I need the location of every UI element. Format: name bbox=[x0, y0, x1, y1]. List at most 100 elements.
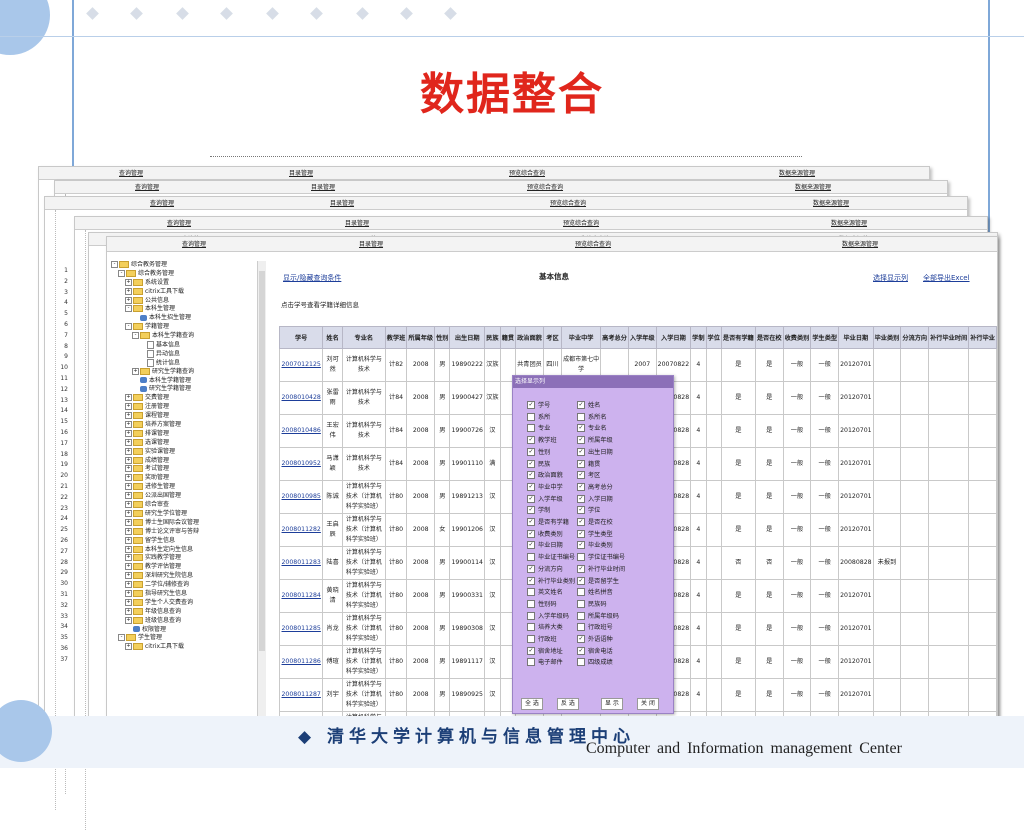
checkbox-checked[interactable]: ✓ bbox=[577, 494, 585, 503]
expand-plus-icon[interactable]: + bbox=[125, 536, 132, 544]
collapse-minus-icon[interactable]: - bbox=[125, 305, 132, 313]
tree-item[interactable]: + 博士论文评审与答辩 bbox=[107, 527, 257, 537]
checkbox-checked[interactable]: ✓ bbox=[577, 518, 585, 526]
expand-plus-icon[interactable]: + bbox=[125, 456, 132, 464]
checkbox-checked[interactable]: ✓ bbox=[577, 541, 585, 550]
select-all-button[interactable]: 全 选 bbox=[521, 698, 543, 710]
column-option[interactable]: 所属年级码 bbox=[577, 611, 619, 620]
toggle-query-link[interactable]: 显示/隐藏查询条件 bbox=[283, 273, 341, 283]
student-id-link[interactable]: 2008010985 bbox=[278, 480, 324, 514]
column-option[interactable]: ✓ 是否在校 bbox=[577, 517, 613, 526]
tree-item[interactable]: + 选课管理 bbox=[107, 438, 257, 448]
tree-item[interactable]: + 博士生国际会议管理 bbox=[107, 518, 257, 528]
tree-item[interactable]: + 交费管理 bbox=[107, 394, 257, 403]
checkbox-checked[interactable]: ✓ bbox=[527, 494, 535, 503]
expand-plus-icon[interactable]: + bbox=[125, 554, 132, 562]
checkbox-checked[interactable]: ✓ bbox=[527, 436, 535, 445]
checkbox-checked[interactable]: ✓ bbox=[577, 576, 585, 585]
checkbox-checked[interactable]: ✓ bbox=[527, 447, 535, 456]
column-option[interactable]: ✓ 毕业类别 bbox=[577, 540, 613, 550]
expand-plus-icon[interactable]: + bbox=[125, 394, 132, 402]
checkbox-checked[interactable]: ✓ bbox=[577, 401, 585, 409]
column-option[interactable]: 四级成绩 bbox=[577, 657, 613, 667]
column-header[interactable]: 是否在校 bbox=[754, 326, 784, 349]
checkbox-unchecked[interactable] bbox=[577, 588, 585, 597]
column-option[interactable]: 专业 bbox=[527, 423, 550, 433]
expand-plus-icon[interactable]: + bbox=[125, 527, 132, 535]
checkbox-unchecked[interactable] bbox=[527, 658, 535, 667]
column-option[interactable]: 学位证书编号 bbox=[577, 552, 625, 562]
student-id-link[interactable]: 2008011285 bbox=[278, 612, 324, 646]
column-option[interactable]: ✓ 是否留学生 bbox=[577, 576, 619, 585]
column-header[interactable]: 毕业日期 bbox=[838, 326, 874, 349]
tree-item[interactable]: + 系统设置 bbox=[107, 278, 257, 288]
expand-plus-icon[interactable]: + bbox=[125, 616, 132, 624]
tree-item[interactable]: + 研究生学位管理 bbox=[107, 509, 257, 519]
checkbox-checked[interactable]: ✓ bbox=[577, 459, 585, 468]
checkbox-checked[interactable]: ✓ bbox=[577, 471, 585, 480]
column-option[interactable]: ✓ 是否有学籍 bbox=[527, 517, 569, 526]
collapse-minus-icon[interactable]: - bbox=[125, 323, 132, 331]
tree-item[interactable]: + 班级信息查询 bbox=[107, 616, 257, 626]
checkbox-checked[interactable]: ✓ bbox=[527, 506, 535, 515]
checkbox-checked[interactable]: ✓ bbox=[527, 564, 535, 573]
tree-item[interactable]: + 排课管理 bbox=[107, 429, 257, 439]
column-header[interactable]: 收费类别 bbox=[782, 326, 812, 349]
column-header[interactable]: 学位 bbox=[705, 326, 722, 349]
expand-plus-icon[interactable]: + bbox=[125, 412, 132, 420]
checkbox-checked[interactable]: ✓ bbox=[577, 646, 585, 655]
column-option[interactable]: ✓ 专业名 bbox=[577, 423, 607, 433]
column-option[interactable]: ✓ 出生日期 bbox=[577, 447, 613, 456]
column-header[interactable]: 出生日期 bbox=[449, 326, 485, 349]
tree-item[interactable]: 异动信息 bbox=[107, 349, 257, 359]
column-option[interactable]: ✓ 姓名 bbox=[577, 400, 600, 409]
collapse-minus-icon[interactable]: - bbox=[111, 261, 118, 268]
tree-item[interactable]: 基本信息 bbox=[107, 341, 257, 350]
checkbox-checked[interactable]: ✓ bbox=[527, 459, 535, 468]
column-option[interactable]: ✓ 收费类别 bbox=[527, 529, 563, 538]
checkbox-unchecked[interactable] bbox=[577, 623, 585, 632]
checkbox-checked[interactable]: ✓ bbox=[527, 541, 535, 550]
tree-item[interactable]: + 公共信息 bbox=[107, 296, 257, 306]
checkbox-checked[interactable]: ✓ bbox=[527, 646, 535, 655]
column-option[interactable]: 毕业证书编号 bbox=[527, 552, 575, 562]
column-option[interactable]: ✓ 入学日期 bbox=[577, 494, 613, 503]
column-header[interactable]: 毕业类别 bbox=[872, 326, 902, 349]
checkbox-unchecked[interactable] bbox=[527, 599, 535, 608]
column-option[interactable]: ✓ 学位 bbox=[577, 505, 600, 515]
expand-plus-icon[interactable]: + bbox=[132, 367, 139, 375]
tab-data-source[interactable]: 数据来源管理 bbox=[842, 239, 878, 248]
checkbox-checked[interactable]: ✓ bbox=[577, 436, 585, 445]
column-option[interactable]: ✓ 民族 bbox=[527, 459, 550, 468]
show-button[interactable]: 显 示 bbox=[601, 698, 623, 710]
column-option[interactable]: ✓ 学生类型 bbox=[577, 529, 613, 538]
column-option[interactable]: 入学年级码 bbox=[527, 611, 569, 620]
tree-item[interactable]: 本科生招生管理 bbox=[107, 314, 257, 323]
tree-item[interactable]: - 学生管理 bbox=[107, 634, 257, 643]
column-option[interactable]: 行政班号 bbox=[577, 622, 613, 632]
column-option[interactable]: ✓ 学号 bbox=[527, 400, 550, 409]
column-header[interactable]: 学号 bbox=[278, 326, 324, 349]
tree-item[interactable]: + 考试管理 bbox=[107, 465, 257, 474]
student-id-link[interactable]: 2008011283 bbox=[278, 546, 324, 580]
scrollbar-thumb[interactable] bbox=[259, 271, 265, 651]
column-option[interactable]: ✓ 入学年级 bbox=[527, 494, 563, 503]
checkbox-checked[interactable]: ✓ bbox=[577, 482, 585, 491]
collapse-minus-icon[interactable]: - bbox=[118, 634, 125, 642]
column-option[interactable]: ✓ 高考总分 bbox=[577, 482, 613, 491]
expand-plus-icon[interactable]: + bbox=[125, 509, 132, 517]
checkbox-unchecked[interactable] bbox=[527, 424, 535, 433]
column-header[interactable]: 教学班 bbox=[384, 326, 408, 349]
expand-plus-icon[interactable]: + bbox=[125, 421, 132, 429]
column-option[interactable]: ✓ 性别 bbox=[527, 447, 550, 456]
tab-query-manage[interactable]: 查询管理 bbox=[182, 239, 206, 248]
column-option[interactable]: 系所 bbox=[527, 412, 550, 421]
column-header[interactable]: 性别 bbox=[434, 326, 451, 349]
checkbox-unchecked[interactable] bbox=[527, 588, 535, 597]
column-option[interactable]: ✓ 考区 bbox=[577, 470, 600, 480]
checkbox-checked[interactable]: ✓ bbox=[577, 424, 585, 433]
tree-item[interactable]: + 教学评估管理 bbox=[107, 563, 257, 572]
checkbox-checked[interactable]: ✓ bbox=[527, 518, 535, 526]
expand-plus-icon[interactable]: + bbox=[125, 483, 132, 491]
column-header[interactable]: 学制 bbox=[690, 326, 707, 349]
